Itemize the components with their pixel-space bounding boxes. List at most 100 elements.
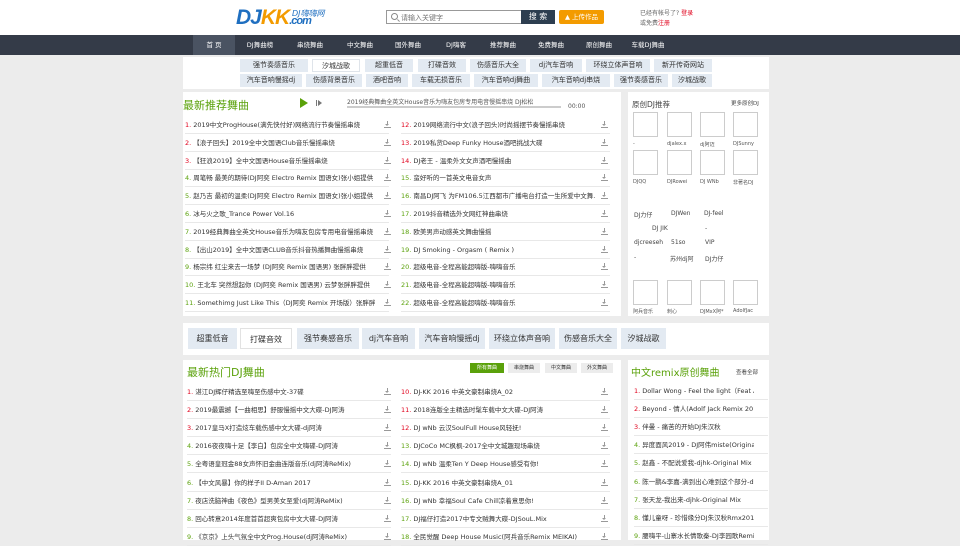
song-row[interactable]: 8. 回心转意2014年度首首超爽包房中文大碟-DJ阿涛 bbox=[187, 514, 377, 524]
song-title[interactable]: 2017皇马X打造炫车载伤感中文大碟-dj阿涛 bbox=[195, 424, 322, 432]
song-title[interactable]: 2018连版全主精选时髦车载中文大碟-DJ阿涛 bbox=[413, 406, 543, 414]
song-row[interactable]: 7. 2019经典舞曲全英文House音乐为嗨友包房专用电音慢摇串烧 DJ... bbox=[185, 227, 375, 237]
style-tag[interactable]: 强节奏感音乐 bbox=[614, 74, 668, 87]
download-icon[interactable] bbox=[384, 245, 391, 253]
style-tag[interactable]: 伤感背景音乐 bbox=[306, 74, 362, 87]
dj-link[interactable]: - bbox=[634, 254, 636, 261]
upload-button[interactable]: ▲ 上传作品 bbox=[559, 10, 604, 24]
song-row[interactable]: 22. 超级电音-全程高能超嗨版-嗨嗨音乐 bbox=[401, 298, 596, 308]
filter-tab[interactable]: 中文舞曲 bbox=[545, 363, 577, 373]
style-tag[interactable]: 强节奏感音乐 bbox=[240, 59, 308, 72]
dj-photo[interactable] bbox=[667, 280, 692, 305]
song-row[interactable]: 6. 冰与火之歌_Trance Power Vol.16 bbox=[185, 209, 375, 219]
song-title[interactable]: 赵鑫 - 不配说爱我-djhk-Original Mix bbox=[642, 459, 751, 467]
song-row[interactable]: 9. 腰嗨平-山寨水长情歌秦-DJ李园歌Remix... bbox=[634, 531, 754, 541]
dj-link[interactable]: DJWen bbox=[671, 210, 690, 217]
nav-item-foreign[interactable]: 国外舞曲 bbox=[386, 35, 430, 55]
nav-item-djhike[interactable]: DJ嗨客 bbox=[434, 35, 478, 55]
style-tag[interactable]: 汽车音响慢摇dj bbox=[240, 74, 302, 87]
site-logo[interactable]: DJKK.com DJ嗨嗨网 bbox=[236, 6, 331, 30]
search-input[interactable] bbox=[401, 12, 519, 23]
song-row[interactable]: 1. Dollar Wong - Feel the light（Feat A... bbox=[634, 386, 754, 396]
song-row[interactable]: 17. DJ福仔打造2017中专文贼舞大碟-DJSouL.Mix bbox=[401, 514, 596, 524]
song-row[interactable]: 14. DJ老王 - 温柔外文女声酒吧慢摇曲 bbox=[401, 156, 596, 166]
style-tab[interactable]: 超重低音 bbox=[188, 328, 237, 349]
song-row[interactable]: 18. 欧美男声动感英文舞曲慢摇 bbox=[401, 227, 596, 237]
download-icon[interactable] bbox=[384, 299, 391, 306]
song-row[interactable]: 16. DJ wNb 幸福Soul Cafe Chill凉着意思你! bbox=[401, 496, 596, 506]
song-title[interactable]: 【狂浪2019】全中文国语House音乐慢摇串烧 bbox=[193, 157, 327, 165]
song-row[interactable]: 4. 异度面风2019 - DJ阿伟miste(Original ... bbox=[634, 440, 754, 450]
filter-tab[interactable]: 所有舞曲 bbox=[470, 363, 504, 373]
song-row[interactable]: 5. 赵鑫 - 不配说爱我-djhk-Original Mix bbox=[634, 458, 754, 468]
download-icon[interactable] bbox=[384, 121, 391, 128]
song-title[interactable]: 2019私货Deep Funky House酒吧挑战大碟 bbox=[413, 139, 542, 147]
download-icon[interactable] bbox=[384, 478, 391, 486]
song-row[interactable]: 5. 赵乃吉 最初的温柔(DJ阿奕 Electro Remix 国语女)张小姐提供 bbox=[185, 191, 375, 201]
download-icon[interactable] bbox=[601, 406, 608, 414]
dj-photo[interactable] bbox=[633, 150, 658, 175]
style-tab[interactable]: 打碟音效 bbox=[240, 328, 292, 349]
song-row[interactable]: 10. DJ-KK 2016 中英文豪制串烧A_02 bbox=[401, 387, 596, 397]
dj-photo[interactable] bbox=[733, 280, 758, 305]
style-tab[interactable]: 汐城战歌 bbox=[621, 328, 666, 349]
song-row[interactable]: 7. 张天龙-我出来-djhk-Original Mix bbox=[634, 495, 754, 505]
dj-name[interactable]: 刺心 bbox=[667, 308, 677, 315]
song-row[interactable]: 21. 超级电音-全程高能超嗨版-嗨嗨音乐 bbox=[401, 280, 596, 290]
download-icon[interactable] bbox=[384, 514, 391, 522]
dj-link[interactable]: djcreeseh bbox=[634, 239, 663, 246]
song-title[interactable]: 【中文风暴】你的样子II D-Aman 2017 bbox=[195, 479, 311, 487]
song-title[interactable]: DJ福仔打造2017中专文贼舞大碟-DJSouL.Mix bbox=[413, 515, 546, 523]
song-title[interactable]: Beyond - 情人(Adolf Jack Remix 2018) bbox=[642, 405, 754, 413]
download-icon[interactable] bbox=[601, 192, 608, 200]
download-icon[interactable] bbox=[601, 424, 608, 432]
song-title[interactable]: DJ wNb 幸福Soul Cafe Chill凉着意思你! bbox=[413, 497, 534, 505]
download-icon[interactable] bbox=[601, 121, 608, 128]
song-title[interactable]: 全粤语皇冠金88女声怀旧金曲连版音乐(dj阿涛ReMix) bbox=[195, 460, 351, 468]
song-title[interactable]: DJ-KK 2016 中英文豪制串烧A_02 bbox=[413, 388, 513, 396]
filter-tab[interactable]: 串烧舞曲 bbox=[508, 363, 540, 373]
song-row[interactable]: 3. 【狂浪2019】全中文国语House音乐慢摇串烧 bbox=[185, 156, 375, 166]
search-button[interactable]: 搜 索 bbox=[521, 10, 555, 24]
style-tag[interactable]: 新开传奇网站 bbox=[654, 59, 712, 72]
song-title[interactable]: 张天龙-我出来-djhk-Original Mix bbox=[642, 496, 741, 504]
dj-link[interactable]: DJ力仔 bbox=[705, 254, 723, 263]
song-row[interactable]: 7. 夜店洗脑神曲《夜色》型男美女至爱(dj阿涛ReMix) bbox=[187, 496, 377, 506]
nav-item-free[interactable]: 免费舞曲 bbox=[529, 35, 573, 55]
song-title[interactable]: 2016夜夜嗨十足【李白】包房全中文嗨碟-DJ阿涛 bbox=[195, 442, 338, 450]
nav-item-chinese[interactable]: 中文舞曲 bbox=[338, 35, 382, 55]
song-row[interactable]: 15. 蛮好听的一首英文电音女声 bbox=[401, 173, 596, 183]
download-icon[interactable] bbox=[384, 496, 391, 504]
style-tag[interactable]: 环绕立体声音响 bbox=[586, 59, 650, 72]
song-title[interactable]: 超级电音-全程高能超嗨版-嗨嗨音乐 bbox=[413, 263, 515, 271]
song-row[interactable]: 18. 全民觉醒 Deep House Music(阿兵音乐Remix MEIKA… bbox=[401, 532, 596, 542]
style-tag[interactable]: 酒吧音响 bbox=[366, 74, 408, 87]
dj-name[interactable]: 非著名DJ bbox=[733, 179, 753, 186]
dj-name[interactable]: - bbox=[633, 141, 635, 147]
song-row[interactable]: 6. 【中文风暴】你的样子II D-Aman 2017 bbox=[187, 478, 377, 488]
song-title[interactable]: DJ老王 - 温柔外文女声酒吧慢摇曲 bbox=[413, 157, 511, 165]
dj-name[interactable]: DJMxX阿* bbox=[700, 308, 724, 315]
song-row[interactable]: 17. 2019抖音精选外文网红神曲串烧 bbox=[401, 209, 596, 219]
style-tag[interactable]: 汽车音响dj舞曲 bbox=[474, 74, 538, 87]
song-title[interactable]: 王北车 突然想起你 (DJ阿奕 Remix 国语男) 云梦张胖胖提供 bbox=[197, 281, 370, 289]
download-icon[interactable] bbox=[601, 460, 608, 468]
style-tag[interactable]: 汐城战歌 bbox=[312, 59, 360, 72]
song-title[interactable]: 冰与火之歌_Trance Power Vol.16 bbox=[193, 210, 294, 218]
song-title[interactable]: 2019最震撼【一曲相思】舒服慢摇中文大碟-DJ阿涛 bbox=[195, 406, 344, 414]
song-row[interactable]: 2. 2019最震撼【一曲相思】舒服慢摇中文大碟-DJ阿涛 bbox=[187, 405, 377, 415]
dj-link[interactable]: - bbox=[705, 225, 707, 232]
download-icon[interactable] bbox=[601, 174, 608, 182]
song-row[interactable]: 2. 【浪子回头】2019全中文国语Club音乐慢摇串烧 bbox=[185, 138, 375, 148]
register-link[interactable]: 注册 bbox=[658, 20, 670, 27]
song-title[interactable]: 周笔畅 最美的期待(DJ阿奕 Electro Remix 国语女)张小姐提供 bbox=[193, 174, 373, 182]
nav-item-chart[interactable]: DJ舞曲榜 bbox=[238, 35, 282, 55]
song-row[interactable]: 20. 超级电音-全程高能超嗨版-嗨嗨音乐 bbox=[401, 262, 596, 272]
style-tag[interactable]: 汐城战歌 bbox=[672, 74, 712, 87]
style-tab[interactable]: dj汽车音响 bbox=[362, 328, 415, 349]
song-row[interactable]: 13. DJCoCo MC枫枫-2017全中文城趣现场串烧 bbox=[401, 441, 596, 451]
song-row[interactable]: 14. DJ wNb 温柔Ten Y Deep House感受有你! bbox=[401, 459, 596, 469]
style-tag[interactable]: dj汽车音响 bbox=[530, 59, 582, 72]
download-icon[interactable] bbox=[601, 156, 608, 164]
dj-photo[interactable] bbox=[733, 150, 758, 175]
